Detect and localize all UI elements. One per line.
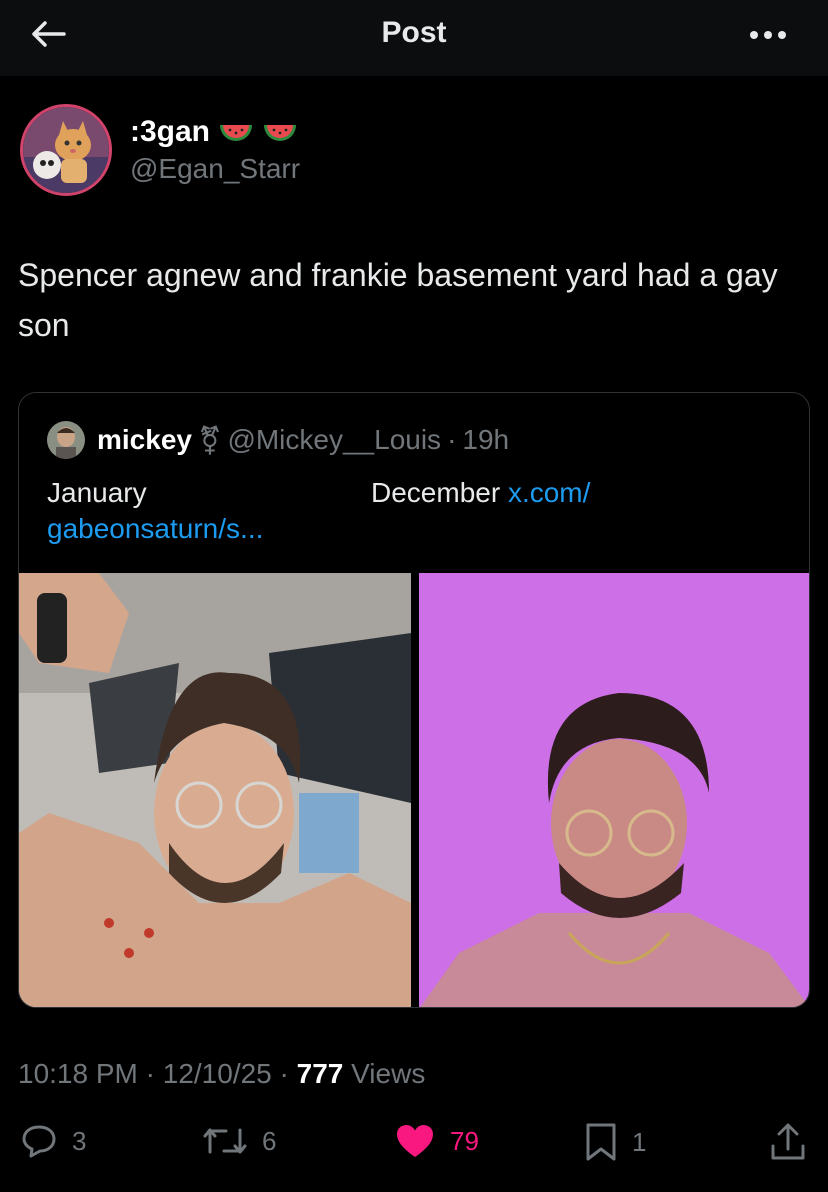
reply-icon [22,1125,56,1158]
more-options-button[interactable] [744,20,792,50]
heart-icon [397,1125,433,1157]
reply-button[interactable]: 3 [20,1122,86,1160]
ellipsis-icon [750,31,786,39]
quoted-link-continued[interactable]: gabeonsaturn/s... [47,511,263,547]
profile-photo-image [47,421,85,459]
author-display-name[interactable]: :3gan [130,115,210,149]
selfie-image-right [419,573,809,1007]
bookmark-button[interactable]: 1 [584,1122,646,1162]
post-author: :3gan @Egan_Starr [20,102,300,198]
quoted-media [19,573,809,1007]
watermelon-emoji-icon [264,125,297,141]
quoted-post[interactable]: mickey ⚧ @Mickey__Louis · 19h January De… [18,392,810,1008]
share-icon [771,1123,805,1160]
separator-dot: · [145,1058,155,1089]
page-title: Post [381,16,447,49]
quoted-display-name: mickey [97,424,192,455]
quoted-link[interactable]: x.com/ [508,475,590,511]
transgender-symbol-icon: ⚧ [197,424,222,456]
avatar[interactable] [20,104,112,196]
post-date: 12/10/25 [162,1058,272,1089]
repost-count: 6 [262,1125,277,1156]
separator-dot: · [447,424,457,455]
views-label: Views [351,1058,426,1089]
quoted-timestamp: 19h [462,424,510,455]
repost-icon [203,1128,247,1154]
author-handle[interactable]: @Egan_Starr [130,153,300,185]
action-bar: 3 6 79 1 [0,1118,828,1174]
watermelon-emoji-icon [220,125,253,141]
separator-dot: · [279,1058,289,1089]
bookmark-count: 1 [632,1126,647,1157]
cat-avatar-image [23,107,109,193]
post-meta: 10:18 PM · 12/10/25 · 777 Views [18,1058,425,1090]
quoted-handle: @Mickey__Louis [227,424,442,455]
reply-count: 3 [72,1125,87,1156]
avatar [47,421,85,459]
bookmark-icon [586,1123,616,1161]
repost-button[interactable]: 6 [202,1122,276,1160]
photo-right[interactable] [419,573,809,1007]
quoted-post-header: mickey ⚧ @Mickey__Louis · 19h [47,421,509,459]
quoted-post-text: January December x.com/ gabeonsaturn/s..… [47,475,797,547]
quoted-text-january: January [47,477,147,508]
views-count: 777 [296,1058,344,1089]
share-button[interactable] [768,1122,808,1162]
top-bar: Post [0,0,828,76]
post-time: 10:18 PM [18,1058,138,1089]
like-count: 79 [450,1125,479,1156]
like-button[interactable]: 79 [394,1122,479,1160]
post-text: Spencer agnew and frankie basement yard … [18,257,778,343]
quoted-text-december: December [371,477,501,508]
photo-left[interactable] [19,573,411,1007]
selfie-image-left [19,573,411,1007]
